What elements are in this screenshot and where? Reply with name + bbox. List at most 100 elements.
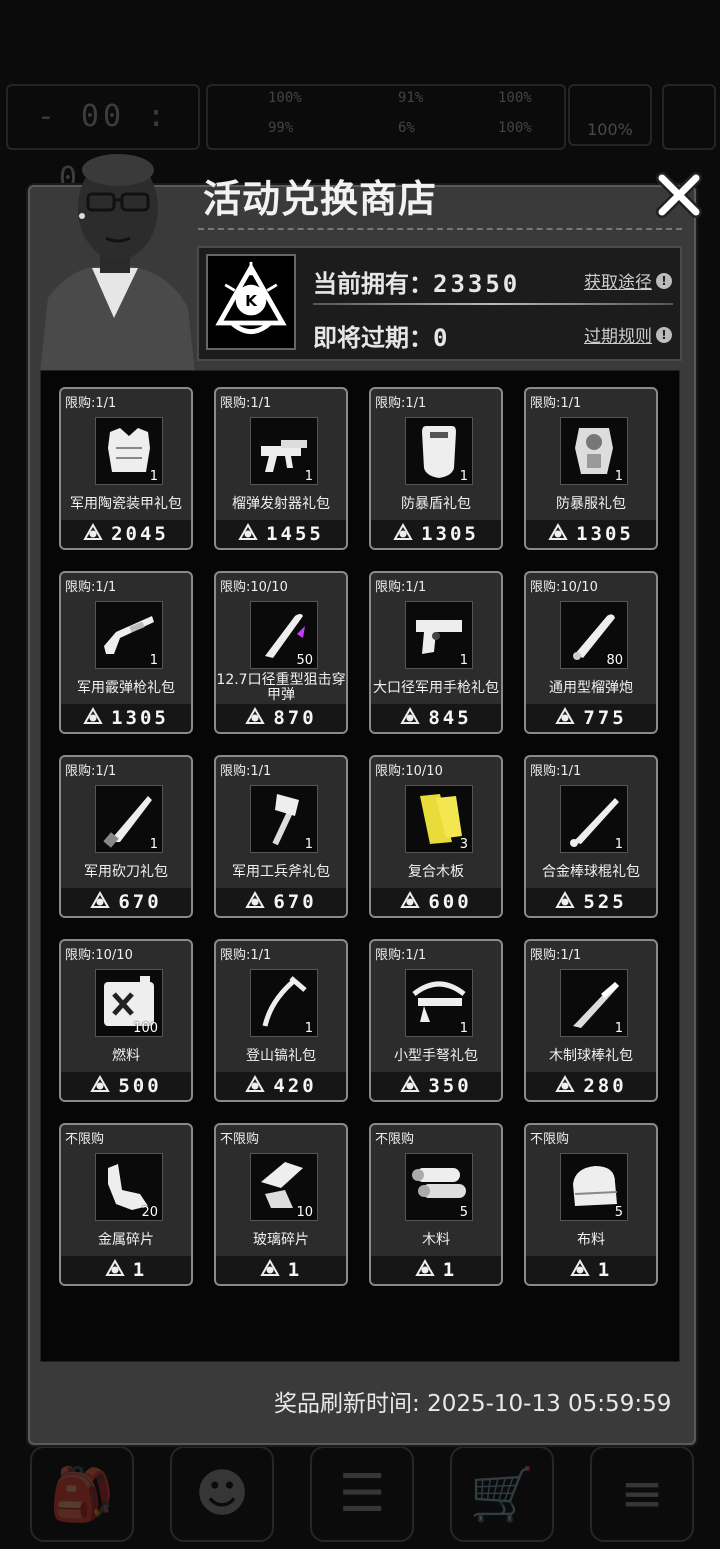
currency-icon (548, 522, 568, 540)
item-icon-box: 50 (250, 601, 318, 669)
shop-item-card[interactable]: 不限购 20 金属碎片 1 (59, 1123, 193, 1286)
shop-item-card[interactable]: 限购:10/10 100 燃料 500 (59, 939, 193, 1102)
item-quantity: 1 (459, 653, 468, 668)
item-icon-box: 5 (560, 1153, 628, 1221)
currency-icon (555, 1074, 576, 1092)
shop-item-card[interactable]: 限购:1/1 1 防暴服礼包 1305 (524, 387, 658, 550)
exclamation-icon: ! (656, 272, 672, 289)
purchase-limit: 限购:1/1 (375, 396, 427, 411)
item-icon-box: 1 (250, 969, 318, 1037)
item-price: 1 (216, 1258, 346, 1281)
stat-value: 99% (268, 120, 294, 136)
price-bar: 2045 (61, 520, 191, 548)
expire-rules-link[interactable]: 过期规则! (584, 322, 672, 347)
price-bar: 350 (371, 1072, 501, 1100)
skills-nav-button[interactable]: ☻ (170, 1446, 274, 1542)
shop-item-card[interactable]: 不限购 5 木料 1 (369, 1123, 503, 1286)
item-price-value: 1 (597, 1259, 613, 1281)
backpack-nav-button[interactable]: 🎒 (30, 1446, 134, 1542)
shop-item-card[interactable]: 限购:1/1 1 军用陶瓷装甲礼包 2045 (59, 387, 193, 550)
item-price-value: 280 (583, 1075, 627, 1097)
shop-item-card[interactable]: 不限购 10 玻璃碎片 1 (214, 1123, 348, 1286)
purchase-limit: 限购:1/1 (530, 764, 582, 779)
item-icon-box: 1 (405, 417, 473, 485)
item-quantity: 20 (141, 1205, 158, 1220)
item-quantity: 1 (149, 837, 158, 852)
shop-item-card[interactable]: 限购:1/1 1 小型手弩礼包 350 (369, 939, 503, 1102)
item-quantity: 50 (296, 653, 313, 668)
currency-icon (245, 706, 266, 724)
item-price: 1305 (526, 522, 656, 545)
currency-divider (313, 303, 673, 305)
stat-value: 100% (268, 90, 302, 106)
close-icon[interactable] (654, 170, 704, 220)
expiring-value: 0 (433, 324, 448, 352)
price-bar: 1 (526, 1256, 656, 1284)
item-name: 燃料 (112, 1048, 140, 1064)
item-price: 670 (61, 890, 191, 913)
shop-item-card[interactable]: 限购:1/1 1 木制球棒礼包 280 (524, 939, 658, 1102)
item-quantity: 1 (459, 469, 468, 484)
item-quantity: 10 (296, 1205, 313, 1220)
item-price-value: 1305 (111, 707, 169, 729)
shop-item-card[interactable]: 限购:1/1 1 大口径军用手枪礼包 845 (369, 571, 503, 734)
item-icon-box: 1 (560, 417, 628, 485)
item-name: 军用工兵斧礼包 (232, 864, 330, 880)
item-icon-box: 1 (95, 417, 163, 485)
item-name: 木制球棒礼包 (549, 1048, 633, 1064)
side-button[interactable] (662, 84, 716, 150)
stat-value: 100% (498, 90, 532, 106)
purchase-limit: 限购:1/1 (65, 396, 117, 411)
shop-item-card[interactable]: 不限购 5 布料 1 (524, 1123, 658, 1286)
item-price: 1455 (216, 522, 346, 545)
shop-item-card[interactable]: 限购:10/10 50 12.7口径重型狙击穿甲弹 870 (214, 571, 348, 734)
item-price-value: 600 (428, 891, 472, 913)
item-price-value: 1455 (266, 523, 324, 545)
price-bar: 670 (216, 888, 346, 916)
shop-item-card[interactable]: 限购:10/10 80 通用型榴弹炮 775 (524, 571, 658, 734)
expiring-row: 即将过期：0 (313, 318, 447, 353)
item-icon-box: 1 (560, 969, 628, 1037)
shop-item-card[interactable]: 限购:1/1 1 军用霰弹枪礼包 1305 (59, 571, 193, 734)
item-quantity: 1 (304, 469, 313, 484)
item-price-value: 1 (132, 1259, 148, 1281)
shop-item-card[interactable]: 限购:1/1 1 防暴盾礼包 1305 (369, 387, 503, 550)
shop-item-card[interactable]: 限购:1/1 1 榴弹发射器礼包 1455 (214, 387, 348, 550)
item-name: 军用陶瓷装甲礼包 (70, 496, 182, 512)
item-name: 合金棒球棍礼包 (542, 864, 640, 880)
stat-value: 100% (498, 120, 532, 136)
get-method-link[interactable]: 获取途径! (584, 268, 672, 293)
item-price: 870 (216, 706, 346, 729)
item-icon-box: 20 (95, 1153, 163, 1221)
item-price-value: 775 (583, 707, 627, 729)
item-price-value: 1 (287, 1259, 303, 1281)
item-price-value: 1305 (421, 523, 479, 545)
purchase-limit: 不限购 (375, 1132, 415, 1147)
item-price: 1 (61, 1258, 191, 1281)
item-price: 1305 (371, 522, 501, 545)
shop-item-card[interactable]: 限购:1/1 1 合金棒球棍礼包 525 (524, 755, 658, 918)
refresh-time-row: 奖品刷新时间: 2025-10-13 05:59:59 (274, 1384, 671, 1418)
expire-rules-label: 过期规则 (584, 327, 652, 347)
item-price-value: 350 (428, 1075, 472, 1097)
purchase-limit: 不限购 (530, 1132, 570, 1147)
item-name: 金属碎片 (98, 1232, 154, 1248)
item-icon-box: 3 (405, 785, 473, 853)
item-name: 布料 (577, 1232, 605, 1248)
item-icon-box: 1 (95, 785, 163, 853)
shop-item-card[interactable]: 限购:1/1 1 军用砍刀礼包 670 (59, 755, 193, 918)
price-bar: 525 (526, 888, 656, 916)
notebook-icon: ☰ (338, 1464, 386, 1524)
shop-item-card[interactable]: 限购:1/1 1 登山镐礼包 420 (214, 939, 348, 1102)
shop-item-card[interactable]: 限购:10/10 3 复合木板 600 (369, 755, 503, 918)
menu-nav-button[interactable]: ≡ (590, 1446, 694, 1542)
shop-nav-button[interactable]: 🛒 (450, 1446, 554, 1542)
item-price: 1305 (61, 706, 191, 729)
item-quantity: 1 (614, 837, 623, 852)
item-price-value: 870 (273, 707, 317, 729)
refresh-label: 奖品刷新时间: (274, 1391, 420, 1417)
journal-nav-button[interactable]: ☰ (310, 1446, 414, 1542)
shop-item-card[interactable]: 限购:1/1 1 军用工兵斧礼包 670 (214, 755, 348, 918)
item-name: 登山镐礼包 (246, 1048, 316, 1064)
purchase-limit: 限购:10/10 (220, 580, 288, 595)
